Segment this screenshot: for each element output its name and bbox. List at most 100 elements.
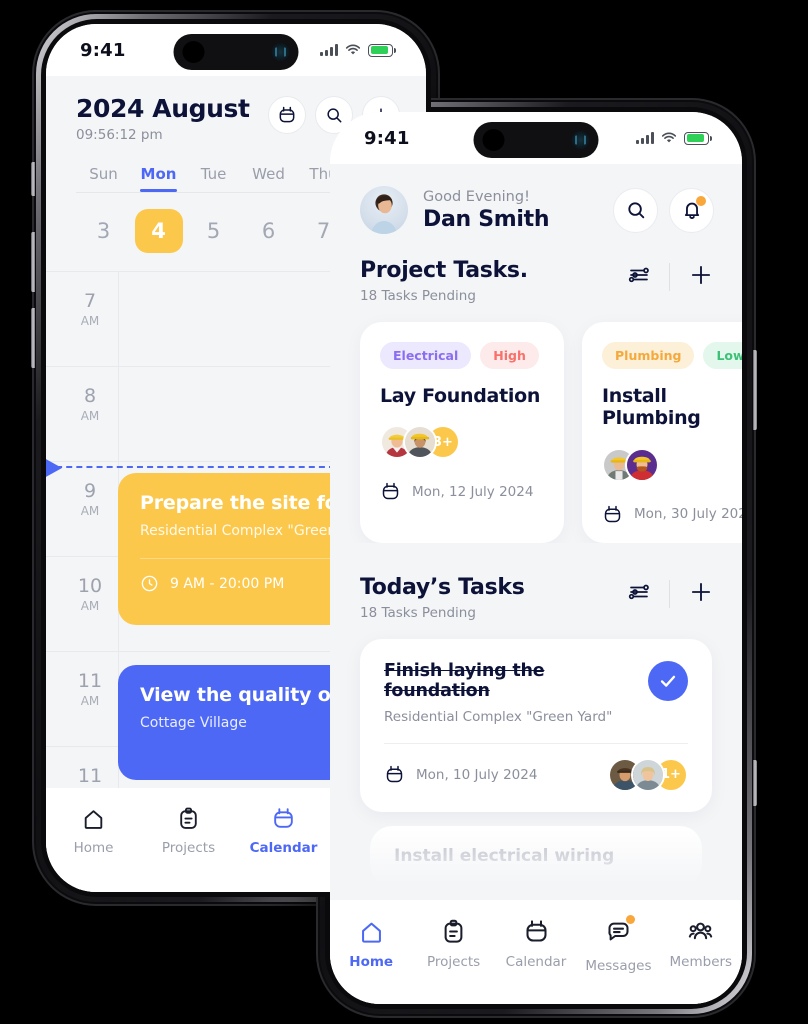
tag-priority: High <box>480 342 539 369</box>
hour-value: 7 <box>83 290 97 312</box>
front-camera-icon <box>182 41 205 63</box>
hour-label-7am: 7 AM <box>68 290 112 329</box>
battery-icon <box>684 131 712 145</box>
weekday-tab-mon[interactable]: Mon <box>131 165 186 192</box>
date-cell-5[interactable]: 5 <box>186 209 241 253</box>
add-task-button[interactable] <box>688 262 714 292</box>
filter-button[interactable] <box>627 263 651 291</box>
members-icon <box>689 922 713 940</box>
task-card-lay-foundation[interactable]: Electrical High Lay Foundation 3+ Mon, 1… <box>360 322 564 543</box>
next-task-title: Install electrical wiring <box>394 845 615 866</box>
today-task-top: Finish laying the foundation Residential… <box>384 660 688 725</box>
user-name: Dan Smith <box>423 206 550 232</box>
battery-icon <box>368 43 396 57</box>
calendar-icon <box>274 808 293 828</box>
volume-up-button[interactable] <box>31 232 35 292</box>
hour-label-9am: 9 AM <box>68 482 112 519</box>
project-task-cards[interactable]: Electrical High Lay Foundation 3+ Mon, 1… <box>330 304 742 543</box>
task-due-date: Mon, 30 July 2024 <box>634 506 742 523</box>
hour-value: 11 <box>77 670 103 692</box>
project-tasks-header: Project Tasks. 18 Tasks Pending <box>330 234 742 304</box>
page-title: 2024 August <box>76 94 250 123</box>
section-subtitle: 18 Tasks Pending <box>360 288 476 304</box>
task-title: Install Plumbing <box>602 385 701 430</box>
search-icon <box>627 202 644 219</box>
today-task-date-row: Mon, 10 July 2024 <box>384 764 537 785</box>
search-button[interactable] <box>613 187 658 233</box>
plus-icon <box>691 265 711 285</box>
front-camera-icon <box>482 129 505 151</box>
calendar-icon <box>526 920 547 942</box>
home-content: Good Evening! Dan Smith Project Tasks. 1… <box>330 164 742 1004</box>
date-cell-6[interactable]: 6 <box>241 209 296 253</box>
hour-value: 11 <box>77 765 103 787</box>
check-icon <box>660 675 676 687</box>
tag-category: Plumbing <box>602 342 695 369</box>
section-title: Project Tasks. <box>360 258 528 283</box>
greeting-header: Good Evening! Dan Smith <box>330 164 742 234</box>
status-bar: 9:41 <box>330 112 742 164</box>
tab-label: Calendar <box>249 840 318 856</box>
home-icon <box>84 810 103 829</box>
volume-down-button[interactable] <box>31 308 35 368</box>
silent-switch[interactable] <box>31 162 35 196</box>
today-task-card[interactable]: Finish laying the foundation Residential… <box>360 638 712 812</box>
task-footer: Mon, 12 July 2024 <box>380 481 544 502</box>
next-task-card-preview[interactable]: Install electrical wiring <box>370 825 702 886</box>
today-task-subtitle: Residential Complex "Green Yard" <box>384 708 613 725</box>
wifi-icon <box>661 132 677 143</box>
tab-label: Calendar <box>505 954 567 970</box>
notification-badge <box>696 195 706 206</box>
hour-label-8am: 8 AM <box>68 385 112 424</box>
tab-home[interactable]: Home <box>46 806 141 856</box>
action-divider <box>669 263 670 291</box>
tab-home[interactable]: Home <box>330 918 412 970</box>
hour-label-10am: 10 AM <box>68 577 112 614</box>
date-cell-4-selected[interactable]: 4 <box>134 209 183 253</box>
task-card-install-plumbing[interactable]: Plumbing Low Install Plumbing Mon, 30 Ju… <box>582 322 742 543</box>
task-tags: Electrical High <box>380 342 544 369</box>
tab-calendar[interactable]: Calendar <box>495 918 577 970</box>
filter-sliders-icon <box>628 267 649 283</box>
hour-meridiem: AM <box>80 409 100 423</box>
status-time: 9:41 <box>80 39 126 61</box>
section-title: Today’s Tasks <box>360 574 525 600</box>
filter-sliders-icon <box>628 584 649 599</box>
avatar[interactable] <box>360 186 408 234</box>
calendar-icon <box>382 483 399 500</box>
status-time: 9:41 <box>364 127 410 149</box>
tab-calendar[interactable]: Calendar <box>236 806 331 856</box>
bottom-tab-bar: Home Projects Calendar <box>330 900 742 1004</box>
weekday-tab-tue[interactable]: Tue <box>186 165 241 192</box>
task-footer: Mon, 30 July 2024 <box>602 504 742 525</box>
tab-projects[interactable]: Projects <box>412 918 494 970</box>
section-actions <box>627 579 714 609</box>
weekday-tab-sun[interactable]: Sun <box>76 165 131 192</box>
calendar-icon <box>604 505 621 523</box>
task-complete-toggle[interactable] <box>648 660 688 701</box>
tab-members[interactable]: Members <box>660 918 742 970</box>
hour-meridiem: AM <box>80 314 100 328</box>
task-tags: Plumbing Low <box>602 342 742 369</box>
hour-label-11am: 11 AM <box>68 670 112 709</box>
action-button[interactable] <box>753 760 757 806</box>
assignee-avatars[interactable]: 3+ <box>380 425 544 460</box>
assignee-avatars[interactable] <box>602 447 742 482</box>
today-task-avatars[interactable]: 1+ <box>608 757 688 792</box>
filter-button[interactable] <box>627 580 651 608</box>
task-title: Lay Foundation <box>380 385 541 407</box>
dynamic-island <box>173 34 299 70</box>
calendar-view-button[interactable] <box>268 96 306 134</box>
tag-priority: Low <box>703 342 742 369</box>
hour-value: 8 <box>83 385 97 407</box>
current-time-text: 09:56:12 pm <box>76 127 163 143</box>
date-cell-3[interactable]: 3 <box>76 209 131 253</box>
power-button[interactable] <box>753 350 757 430</box>
home-screen: 9:41 Good Evening! Dan Smith Project Tas… <box>330 112 742 1004</box>
home-icon <box>361 922 381 943</box>
tab-messages[interactable]: Messages <box>577 915 659 974</box>
notifications-button[interactable] <box>669 187 714 233</box>
tab-projects[interactable]: Projects <box>141 806 236 856</box>
weekday-tab-wed[interactable]: Wed <box>241 165 296 192</box>
add-task-button[interactable] <box>688 579 714 609</box>
